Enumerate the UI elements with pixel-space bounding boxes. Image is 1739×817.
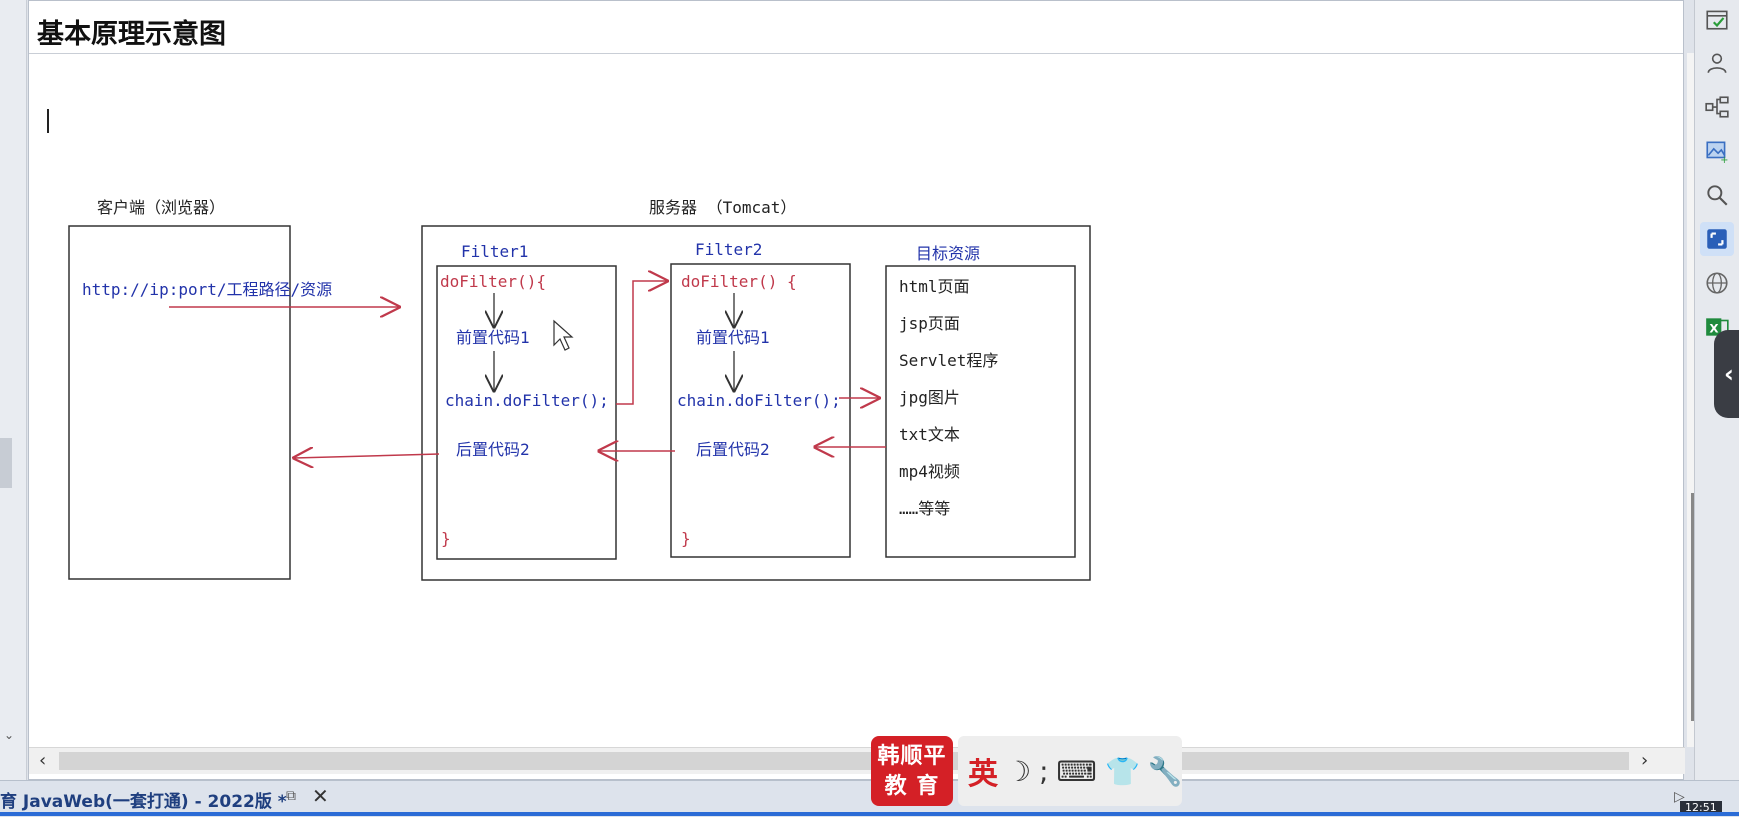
filter2-close-brace: } [681,529,691,548]
request-url: http://ip:port/工程路径/资源 [82,280,332,299]
filter2-box [670,263,851,558]
user-icon[interactable] [1700,46,1734,80]
filter1-title: Filter1 [461,242,528,261]
keyboard-icon[interactable]: ⌨ [1057,755,1097,788]
image-insert-icon[interactable]: + [1700,134,1734,168]
scroll-left-icon[interactable]: ‹ [39,750,46,771]
filter2-dofilter-open: doFilter() { [681,272,797,291]
filter1-pre-code: 前置代码1 [456,328,530,347]
filter1-chain-call: chain.doFilter(); [445,391,609,410]
bottom-accent-line [0,812,1739,816]
target-resource-item: jpg图片 [899,388,960,407]
left-panel-strip: ⌄ [0,0,27,780]
filter1-close-brace: } [441,529,451,548]
horizontal-scroll-thumb[interactable] [59,752,1629,770]
filter1-to-filter2-arrow [616,281,667,405]
client-title: 客户端（浏览器） [97,198,225,217]
collapse-panel-button[interactable]: ‹ [1714,330,1739,418]
target-resource-item: jsp页面 [899,314,960,333]
target-resource-item: html页面 [899,277,970,296]
settings-wrench-icon[interactable]: 🔧 [1148,755,1183,788]
target-title: 目标资源 [916,244,980,263]
search-icon[interactable] [1700,178,1734,212]
filter2-title: Filter2 [695,240,762,259]
ime-language-toggle[interactable]: 英 [968,749,998,793]
org-chart-icon[interactable] [1700,90,1734,124]
fit-screen-icon[interactable] [1700,222,1734,256]
filter2-post-code: 后置代码2 [696,440,770,459]
filter2-pre-code: 前置代码1 [696,328,770,347]
server-title: 服务器 （Tomcat） [649,198,796,217]
target-resource-item: Servlet程序 [899,351,998,370]
calendar-add-icon[interactable] [1700,2,1734,36]
brand-logo: 韩顺平 教 育 [871,736,953,806]
target-resource-list: html页面 jsp页面 Servlet程序 jpg图片 txt文本 mp4视频 ……等等 [899,277,998,518]
chevron-left-icon: ‹ [1724,360,1734,388]
filter2-chain-call: chain.doFilter(); [677,391,841,410]
globe-icon[interactable] [1700,266,1734,300]
target-resource-item: ……等等 [899,499,950,518]
mouse-pointer-icon [553,319,574,351]
moon-icon[interactable]: ☽ [1006,755,1031,788]
filter1-dofilter-open: doFilter(){ [440,272,546,291]
filter-principle-diagram: 客户端（浏览器） http://ip:port/工程路径/资源 服务器 （Tom… [68,198,1091,581]
svg-text:+: + [1720,155,1728,164]
skin-shirt-icon[interactable]: 👕 [1105,755,1140,788]
punctuation-icon[interactable]: ; [1039,755,1048,788]
restore-window-icon[interactable]: ⧉ [286,788,296,804]
document-editor: 基本原理示意图 客户端（浏览器） http://ip:port/工程路径/资源 … [28,0,1711,780]
chevron-down-icon[interactable]: ⌄ [4,728,14,742]
horizontal-scrollbar[interactable]: ‹ › [29,747,1685,774]
left-panel-grip[interactable] [0,438,12,488]
filter1-post-code: 后置代码2 [456,440,530,459]
client-box [68,225,291,580]
target-resource-item: txt文本 [899,425,960,444]
response-arrow-filter1-to-client [294,454,440,458]
document-tab-title[interactable]: 育 JavaWeb(一套打通) - 2022版 * [0,787,287,812]
close-tab-icon[interactable]: ✕ [312,784,329,808]
logo-line-2: 教 育 [884,774,940,799]
target-resource-item: mp4视频 [899,462,960,481]
filter1-box [436,265,617,560]
ime-toolbar: 英 ☽ ; ⌨ 👕 🔧 [958,736,1183,806]
logo-line-1: 韩顺平 [877,744,947,769]
scroll-right-icon[interactable]: › [1641,750,1648,771]
